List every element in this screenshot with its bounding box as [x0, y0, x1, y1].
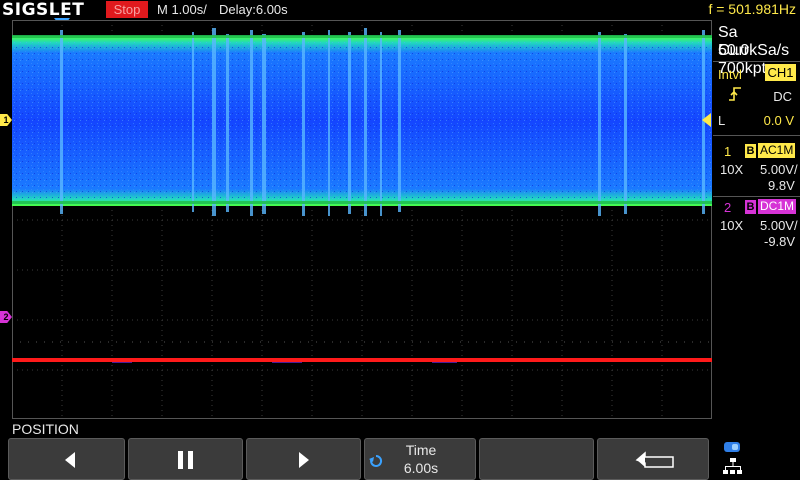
pause-icon — [178, 451, 194, 469]
time-softkey-label: Time — [405, 442, 437, 458]
ch1-scale[interactable]: 5.00V/ — [760, 162, 798, 178]
ch1-offset-marker[interactable]: 1 — [0, 114, 12, 126]
ch2-number: 2 — [724, 200, 732, 215]
trigger-level-value[interactable]: 0.0 V — [764, 113, 794, 128]
ch1-offset[interactable]: 9.8V — [768, 178, 795, 194]
top-status-bar: SIGSLET Stop M 1.00s/ Delay:6.00s f = 50… — [0, 0, 800, 20]
ch1-number: 1 — [724, 144, 732, 159]
empty-softkey[interactable] — [479, 438, 594, 480]
trigger-coupling[interactable]: DC — [773, 89, 792, 104]
waveform-svg — [12, 20, 712, 419]
menu-title: POSITION — [12, 421, 79, 437]
timebase-readout[interactable]: M 1.00s/ — [157, 1, 207, 18]
time-softkey[interactable]: Time 6.00s — [364, 438, 476, 480]
ch2-bw-limit-badge: B — [745, 200, 756, 214]
ch2-waveform — [12, 358, 712, 362]
ch2-scale[interactable]: 5.00V/ — [760, 218, 798, 234]
ch2-probe: 10X — [720, 218, 744, 233]
time-softkey-value: 6.00s — [403, 460, 439, 476]
run-stop-badge[interactable]: Stop — [106, 1, 148, 18]
frequency-readout: f = 501.981Hz — [708, 1, 796, 17]
delay-readout[interactable]: Delay:6.00s — [219, 1, 288, 18]
rising-edge-icon — [729, 87, 741, 101]
brand-logo: SIGSLET — [2, 0, 85, 20]
ch1-bw-limit-badge: B — [745, 144, 756, 158]
ch2-offset[interactable]: -9.8V — [764, 234, 795, 250]
network-icon[interactable] — [722, 441, 744, 477]
ch1-probe: 10X — [720, 162, 744, 177]
position-left-button[interactable] — [8, 438, 125, 480]
panel-divider — [713, 61, 800, 62]
ch1-waveform — [12, 28, 712, 216]
return-icon — [635, 451, 674, 468]
arrow-right-icon — [299, 452, 309, 468]
panel-divider — [713, 135, 800, 136]
ch2-coupling-badge[interactable]: DC1M — [758, 199, 797, 214]
position-right-button[interactable] — [246, 438, 361, 480]
ch1-coupling-badge[interactable]: AC1M — [758, 143, 796, 158]
ch2-offset-marker[interactable]: 2 — [0, 311, 12, 323]
trigger-source-badge[interactable]: CH1 — [765, 64, 796, 81]
trigger-level-label: L — [718, 113, 726, 128]
waveform-display[interactable] — [12, 20, 712, 419]
trigger-level-marker[interactable] — [702, 113, 711, 127]
arrow-left-icon — [65, 452, 75, 468]
trigger-mode[interactable]: Intvl — [718, 66, 742, 83]
position-pause-button[interactable] — [128, 438, 243, 480]
panel-divider — [713, 196, 800, 197]
return-button[interactable] — [597, 438, 709, 480]
